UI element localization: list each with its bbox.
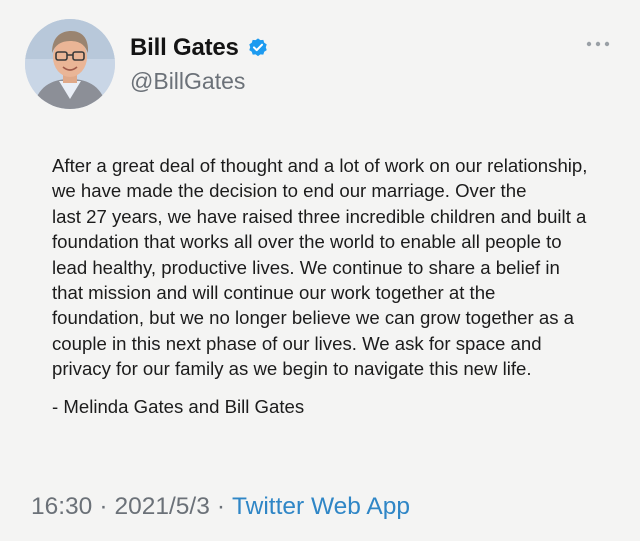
tweet-meta: 16:30 · 2021/5/3 · Twitter Web App: [31, 493, 410, 521]
tweet-text-line: foundation that works all over the world…: [52, 231, 562, 253]
tweet-text-line: foundation, but we no longer believe we …: [52, 307, 575, 329]
tweet-text-line: lead healthy, productive lives. We conti…: [52, 256, 560, 278]
user-handle[interactable]: @BillGates: [130, 68, 245, 95]
display-name[interactable]: Bill Gates: [130, 34, 239, 62]
tweet-time[interactable]: 16:30: [31, 493, 92, 521]
tweet-date[interactable]: 2021/5/3: [114, 493, 209, 521]
tweet-card: Bill Gates @BillGates After a great deal…: [0, 0, 640, 541]
more-options-icon[interactable]: [585, 38, 611, 50]
tweet-source-link[interactable]: Twitter Web App: [232, 493, 410, 521]
tweet-text-line: After a great deal of thought and a lot …: [52, 155, 588, 176]
verified-badge-icon: [247, 37, 269, 59]
tweet-signature: - Melinda Gates and Bill Gates: [52, 396, 305, 417]
meta-separator: ·: [216, 493, 226, 520]
tweet-text-line: couple in this next phase of our lives. …: [52, 332, 542, 354]
tweet-text-line: last 27 years, we have raised three incr…: [52, 205, 587, 227]
tweet-text-line: we have made the decision to end our mar…: [52, 180, 527, 202]
tweet-text-line: privacy for our family as we begin to na…: [52, 358, 532, 380]
meta-separator: ·: [99, 493, 108, 520]
tweet-text-line: that mission and will continue our work …: [52, 282, 496, 304]
tweet-text: After a great deal of thought and a lot …: [52, 153, 612, 382]
name-row: Bill Gates: [130, 34, 269, 62]
avatar[interactable]: [25, 19, 115, 109]
